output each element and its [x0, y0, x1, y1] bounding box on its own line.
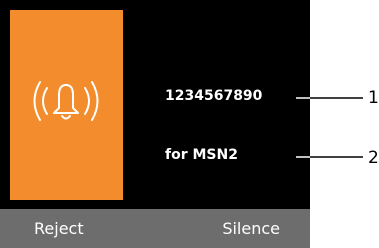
callout-label-1: 1 [368, 88, 379, 108]
callout-label-2: 2 [368, 148, 379, 168]
callout-lines [296, 97, 363, 158]
